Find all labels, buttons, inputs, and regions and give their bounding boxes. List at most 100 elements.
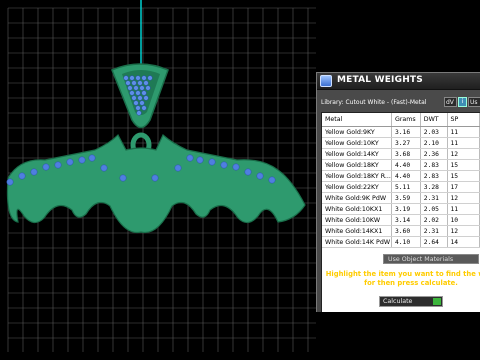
table-row[interactable]: Yellow Gold:18KY 4.40 2.83 15 — [322, 159, 480, 171]
bail-gem — [141, 90, 147, 96]
cell-grams: 3.59 — [391, 192, 421, 204]
wing-gem — [256, 172, 264, 180]
cell-metal: White Gold:14KX1 — [322, 225, 392, 237]
cell-metal: Yellow Gold:10KY — [322, 137, 392, 149]
cell-grams: 4.40 — [391, 170, 421, 182]
cell-sp: 12 — [447, 192, 480, 204]
cell-grams: 3.14 — [391, 214, 421, 226]
cell-grams: 3.27 — [391, 137, 421, 149]
wing-gem — [196, 156, 204, 164]
cell-sp: 11 — [447, 203, 480, 215]
bail-gem — [137, 95, 143, 101]
calculate-label: Calculate — [383, 298, 413, 305]
bail-gem — [125, 80, 131, 86]
cell-dwt: 2.36 — [420, 148, 448, 160]
cell-sp: 10 — [447, 214, 480, 226]
table-row[interactable]: Yellow Gold:22KY 5.11 3.28 17 — [322, 181, 480, 193]
wing-gem — [220, 161, 228, 169]
bail-gem — [135, 105, 141, 111]
cell-dwt: 2.64 — [420, 236, 448, 248]
wing-gem — [6, 178, 14, 186]
bail-gem — [123, 75, 129, 81]
cell-grams: 4.10 — [391, 236, 421, 248]
bail-gem — [133, 85, 139, 91]
cell-metal: Yellow Gold:18KY R... — [322, 170, 392, 182]
cell-sp: 12 — [447, 148, 480, 160]
instructions-line-1: Highlight the item you want to find the … — [325, 270, 480, 278]
cell-metal: Yellow Gold:22KY — [322, 181, 392, 193]
units-button[interactable]: Us — [468, 97, 480, 107]
cell-dwt: 3.28 — [420, 181, 448, 193]
table-row[interactable]: White Gold:10KW 3.14 2.02 10 — [322, 214, 480, 226]
info-button[interactable]: i — [458, 97, 467, 107]
column-header-grams[interactable]: Grams — [391, 113, 421, 127]
cell-dwt: 2.83 — [420, 159, 448, 171]
bail-gem — [141, 105, 147, 111]
wing-gem — [42, 163, 50, 171]
cell-metal: Yellow Gold:18KY — [322, 159, 392, 171]
table-row[interactable]: Yellow Gold:14KY 3.68 2.36 12 — [322, 148, 480, 160]
wing-gem — [268, 176, 276, 184]
wing-gem — [30, 168, 38, 176]
wing-gem — [119, 174, 127, 182]
cell-grams: 3.16 — [391, 126, 421, 138]
bail-gem — [129, 90, 135, 96]
bail-gem — [139, 100, 145, 106]
calculate-button[interactable]: Calculate — [379, 296, 443, 307]
column-header-sp[interactable]: SP — [447, 113, 480, 127]
wing-gem — [232, 163, 240, 171]
table-row[interactable]: Yellow Gold:18KY R... 4.40 2.83 15 — [322, 170, 480, 182]
cell-dwt: 2.83 — [420, 170, 448, 182]
column-header-metal[interactable]: Metal — [322, 113, 392, 127]
table-row[interactable]: White Gold:10KX1 3.19 2.05 11 — [322, 203, 480, 215]
table-row[interactable]: Yellow Gold:10KY 3.27 2.10 11 — [322, 137, 480, 149]
metal-weights-panel: METAL WEIGHTS Library: Cutout White - (F… — [316, 72, 480, 312]
units-dropdown[interactable]: dV — [444, 97, 457, 107]
bail-gem — [147, 75, 153, 81]
wing-gem — [100, 164, 108, 172]
panel-title: METAL WEIGHTS — [337, 75, 423, 85]
cell-dwt: 2.10 — [420, 137, 448, 149]
cell-sp: 11 — [447, 126, 480, 138]
cell-grams: 4.40 — [391, 159, 421, 171]
cell-metal: Yellow Gold:9KY — [322, 126, 392, 138]
wing-gem — [151, 174, 159, 182]
cell-sp: 12 — [447, 225, 480, 237]
cell-grams: 3.60 — [391, 225, 421, 237]
instructions-line-2: for then press calculate. — [364, 279, 458, 287]
bail-gem — [133, 100, 139, 106]
cell-grams: 3.19 — [391, 203, 421, 215]
column-header-dwt[interactable]: DWT — [420, 113, 448, 127]
wing-gem — [174, 164, 182, 172]
bail-gem — [141, 75, 147, 81]
wing-gem — [54, 161, 62, 169]
cell-sp: 17 — [447, 181, 480, 193]
instructions-text: Highlight the item you want to find the … — [321, 270, 480, 288]
bail-gem — [137, 80, 143, 86]
wing-gem — [18, 172, 26, 180]
cell-metal: White Gold:9K PdW — [322, 192, 392, 204]
cell-metal: White Gold:14K PdW — [322, 236, 392, 248]
use-object-materials-button[interactable]: Use Object Materials — [383, 254, 479, 264]
bail-gem — [143, 95, 149, 101]
panel-titlebar[interactable]: METAL WEIGHTS — [317, 73, 480, 90]
cell-dwt: 2.03 — [420, 126, 448, 138]
bail-gem — [136, 110, 142, 116]
wing-gem — [208, 158, 216, 166]
library-label: Library: Cutout White - (Fast)-Metal — [321, 99, 427, 106]
table-row[interactable]: White Gold:14K PdW 4.10 2.64 14 — [322, 236, 480, 248]
cell-sp: 15 — [447, 159, 480, 171]
bail-gem — [145, 85, 151, 91]
bail-gem — [127, 85, 133, 91]
table-row[interactable]: White Gold:14KX1 3.60 2.31 12 — [322, 225, 480, 237]
bail-gem — [129, 75, 135, 81]
bail-gem — [143, 80, 149, 86]
table-row[interactable]: Yellow Gold:9KY 3.16 2.03 11 — [322, 126, 480, 138]
bail-gem — [131, 95, 137, 101]
bail-gem — [135, 90, 141, 96]
table-row[interactable]: White Gold:9K PdW 3.59 2.31 12 — [322, 192, 480, 204]
bail-gem — [139, 85, 145, 91]
cell-dwt: 2.31 — [420, 192, 448, 204]
cell-dwt: 2.02 — [420, 214, 448, 226]
bail-gem — [135, 75, 141, 81]
